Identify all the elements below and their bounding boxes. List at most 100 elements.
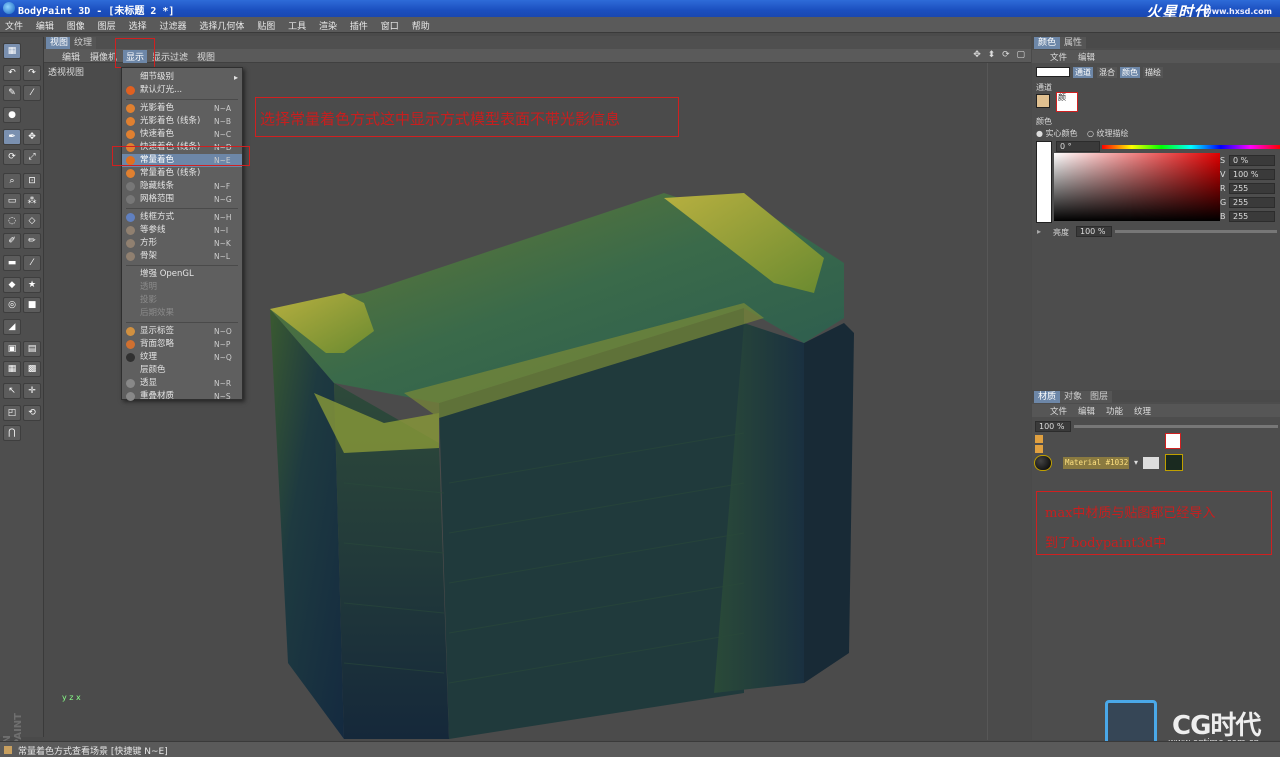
tab-texture[interactable]: 纹理 xyxy=(70,37,97,49)
nav-icons[interactable]: ✥ ⬍ ⟳ ▢ xyxy=(973,50,1027,60)
color-swatch-icon[interactable]: ■ xyxy=(23,297,41,313)
vp-menu-edit[interactable]: 编辑 xyxy=(62,50,80,63)
rotate-uv-icon[interactable]: ⟲ xyxy=(23,405,41,421)
mp-menu-edit[interactable]: 编辑 xyxy=(1078,405,1095,417)
brightness-expand-icon[interactable]: ▸ xyxy=(1037,227,1041,236)
current-color-swatch[interactable] xyxy=(1036,141,1052,223)
pencil-icon[interactable]: ✏ xyxy=(23,233,41,249)
vp-menu-view[interactable]: 视图 xyxy=(197,50,215,63)
menu-texture[interactable]: 贴图 xyxy=(252,17,280,34)
mp-menu-function[interactable]: 功能 xyxy=(1106,405,1123,417)
menu-select[interactable]: 选择 xyxy=(124,17,152,34)
chip-paint[interactable]: 描绘 xyxy=(1143,67,1163,78)
menu-file[interactable]: 文件 xyxy=(0,17,28,34)
menu-layer[interactable]: 图层 xyxy=(93,17,121,34)
dd-default-light[interactable]: 默认灯光... xyxy=(122,84,242,97)
material-zoom-field[interactable]: 100 % xyxy=(1035,421,1071,432)
menu-image[interactable]: 图像 xyxy=(62,17,90,34)
field-g[interactable]: 255 xyxy=(1229,197,1275,208)
brightness-slider[interactable] xyxy=(1115,230,1277,233)
dd-overlay-material[interactable]: 重叠材质 N~S xyxy=(122,390,242,403)
dd-isoparms[interactable]: 等参线 N~I xyxy=(122,224,242,237)
mp-menu-file[interactable]: 文件 xyxy=(1050,405,1067,417)
vp-menu-camera[interactable]: 摄像机 xyxy=(90,50,117,63)
menu-help[interactable]: 帮助 xyxy=(407,17,435,34)
vp-menu-display-filter[interactable]: 显示过滤 xyxy=(152,50,188,63)
rotate-icon[interactable]: ⟳ xyxy=(3,149,21,165)
brush-icon[interactable]: ⁄ xyxy=(23,85,41,101)
tab-color[interactable]: 颜色 xyxy=(1034,37,1061,49)
radio-solid-color[interactable]: ● 实心颜色 xyxy=(1036,128,1078,139)
uv-polygons-icon[interactable]: ▦ xyxy=(3,361,21,377)
material-color-thumb[interactable] xyxy=(1165,433,1181,449)
scale-icon[interactable]: ⤢ xyxy=(23,149,41,165)
eyedropper-icon[interactable]: ⁄ xyxy=(23,255,41,271)
magnify-icon[interactable]: ⌕ xyxy=(3,173,21,189)
live-select-icon[interactable]: ↖ xyxy=(3,383,21,399)
sphere-icon[interactable]: ● xyxy=(3,107,21,123)
chip-channel[interactable]: 通道 xyxy=(1073,67,1093,78)
scale-uv-icon[interactable]: ◰ xyxy=(3,405,21,421)
undo-icon[interactable]: ↶ xyxy=(3,65,21,81)
material-row-icon-1[interactable] xyxy=(1035,435,1043,443)
mp-menu-texture[interactable]: 纹理 xyxy=(1134,405,1151,417)
brightness-field[interactable]: 100 % xyxy=(1076,226,1112,237)
dd-backface-culling[interactable]: 背面忽略 N~P xyxy=(122,338,242,351)
redo-icon[interactable]: ↷ xyxy=(23,65,41,81)
menu-select-geometry[interactable]: 选择几何体 xyxy=(194,17,249,34)
menu-filter[interactable]: 过滤器 xyxy=(154,17,191,34)
brush-paint-icon[interactable]: ✐ xyxy=(3,233,21,249)
tab-objects[interactable]: 对象 xyxy=(1060,391,1087,403)
paint-setup-icon[interactable]: ▦ xyxy=(3,43,21,59)
dd-wireframe[interactable]: 线框方式 N~H xyxy=(122,211,242,224)
tab-layers[interactable]: 图层 xyxy=(1086,391,1113,403)
lasso-icon[interactable]: ◌ xyxy=(3,213,21,229)
menu-render[interactable]: 渲染 xyxy=(314,17,342,34)
field-b[interactable]: 255 xyxy=(1229,211,1275,222)
tab-materials[interactable]: 材质 xyxy=(1034,391,1061,403)
field-v[interactable]: 100 % xyxy=(1229,169,1275,180)
field-s[interactable]: 0 % xyxy=(1229,155,1275,166)
dd-xray[interactable]: 透显 N~R xyxy=(122,377,242,390)
pen-tool-icon[interactable]: ✒ xyxy=(3,129,21,145)
fill-icon[interactable]: ◆ xyxy=(3,277,21,293)
chip-color[interactable]: 颜色 xyxy=(1120,67,1140,78)
uv-points-icon[interactable]: ▣ xyxy=(3,341,21,357)
dd-lines[interactable]: 网格范围 N~G xyxy=(122,193,242,206)
dd-layer-color[interactable]: 层颜色 xyxy=(122,364,242,377)
paint-select-icon[interactable]: ✎ xyxy=(3,85,21,101)
polygon-select-icon[interactable]: ◇ xyxy=(23,213,41,229)
dd-box[interactable]: 方形 N~K xyxy=(122,237,242,250)
crop-icon[interactable]: ⊡ xyxy=(23,173,41,189)
stamp-icon[interactable]: ◎ xyxy=(3,297,21,313)
move-uv-icon[interactable]: ✛ xyxy=(23,383,41,399)
dd-hidden-line[interactable]: 隐藏线条 N~F xyxy=(122,180,242,193)
magnet-icon[interactable]: ⋂ xyxy=(3,425,21,441)
chip-mix[interactable]: 混合 xyxy=(1097,67,1117,78)
dd-constant-shading-lines[interactable]: 常量着色 (线条) xyxy=(122,167,242,180)
dd-display-tags[interactable]: 显示标签 N~O xyxy=(122,325,242,338)
menu-tools[interactable]: 工具 xyxy=(283,17,311,34)
material-dropdown-icon[interactable]: ▾ xyxy=(1134,458,1138,467)
material-preview-sphere[interactable] xyxy=(1034,455,1052,471)
dd-gouraud-shading-lines[interactable]: 光影着色 (线条) N~B xyxy=(122,115,242,128)
uv-edges-icon[interactable]: ▤ xyxy=(23,341,41,357)
material-name[interactable]: Material #1032 xyxy=(1063,457,1129,469)
checker-icon[interactable]: ▩ xyxy=(23,361,41,377)
channel-color-icon[interactable] xyxy=(1036,94,1050,108)
color-preview-swatch[interactable] xyxy=(1036,67,1070,77)
projection-icon[interactable]: ◢ xyxy=(3,319,21,335)
tab-view[interactable]: 视图 xyxy=(46,37,73,49)
wand-icon[interactable]: ⁂ xyxy=(23,193,41,209)
eraser-icon[interactable]: ▬ xyxy=(3,255,21,271)
material-eye-icon[interactable] xyxy=(1143,457,1159,469)
dd-enhanced-opengl[interactable]: 增强 OpenGL xyxy=(122,268,242,281)
menu-edit[interactable]: 编辑 xyxy=(31,17,59,34)
angle-field[interactable]: 0 ° xyxy=(1056,141,1100,152)
dd-gouraud-shading[interactable]: 光影着色 N~A xyxy=(122,102,242,115)
dd-textures[interactable]: 纹理 N~Q xyxy=(122,351,242,364)
rect-select-icon[interactable]: ▭ xyxy=(3,193,21,209)
dd-quick-shading[interactable]: 快速着色 N~C xyxy=(122,128,242,141)
radio-texture-paint[interactable]: ○ 纹理描绘 xyxy=(1087,128,1129,139)
hue-slider[interactable] xyxy=(1102,145,1280,149)
